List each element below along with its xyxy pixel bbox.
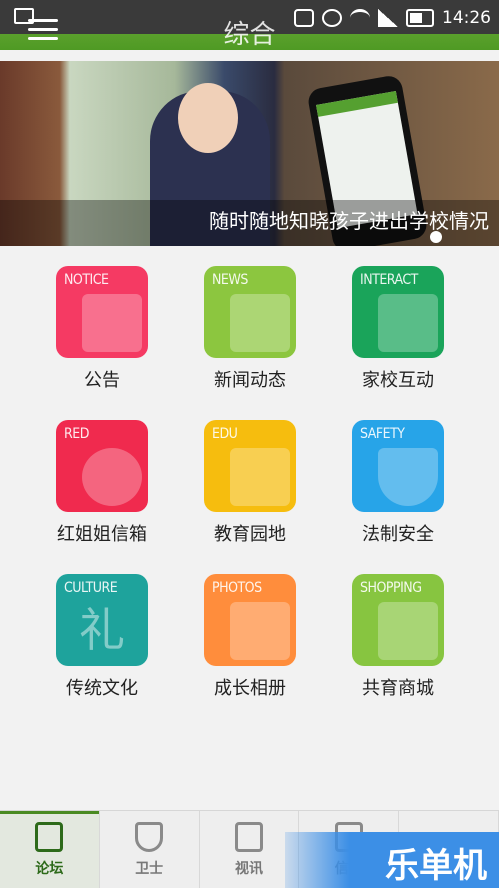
red-mailbox-icon: RED xyxy=(56,420,148,512)
interact-icon: INTERACT xyxy=(352,266,444,358)
news-icon: NEWS xyxy=(204,266,296,358)
page-title: 综合 xyxy=(223,20,276,50)
app-header: 14:26 综合 xyxy=(0,0,499,50)
shield-icon xyxy=(135,821,164,852)
grid-item-culture[interactable]: CULTURE 礼 传统文化 xyxy=(28,574,176,700)
grid-item-education[interactable]: EDU 教育园地 xyxy=(176,420,324,546)
carousel-indicator[interactable] xyxy=(430,231,442,243)
grid-item-notice[interactable]: NOTICE 公告 xyxy=(28,266,176,392)
grid-item-photos[interactable]: PHOTOS 成长相册 xyxy=(176,574,324,700)
culture-icon: CULTURE 礼 xyxy=(56,574,148,666)
grid-item-interact[interactable]: INTERACT 家校互动 xyxy=(324,266,472,392)
book-icon: EDU xyxy=(204,420,296,512)
grid-item-shopping[interactable]: SHOPPING 共育商城 xyxy=(324,574,472,700)
grid-item-label: 传统文化 xyxy=(66,678,138,699)
watermark-logo: 乐单机 xyxy=(285,832,499,888)
grid-item-safety[interactable]: SAFETY 法制安全 xyxy=(324,420,472,546)
photo-icon: PHOTOS xyxy=(204,574,296,666)
grid-item-label: 公告 xyxy=(84,370,120,391)
bottom-navigation: 论坛 卫士 视讯 信箱 乐单机 xyxy=(0,810,499,888)
banner-caption: 随时随地知晓孩子进出学校情况 xyxy=(209,209,489,233)
nav-forum[interactable]: 论坛 xyxy=(0,811,100,888)
notice-icon: NOTICE xyxy=(56,266,148,358)
grid-item-label: 成长相册 xyxy=(214,678,286,699)
banner-carousel[interactable]: 随时随地知晓孩子进出学校情况 xyxy=(0,61,499,246)
shield-icon: SAFETY xyxy=(352,420,444,512)
feature-grid: NOTICE 公告 NEWS 新闻动态 INTERACT 家校互动 RED 红姐… xyxy=(28,266,472,700)
grid-item-news[interactable]: NEWS 新闻动态 xyxy=(176,266,324,392)
grid-item-label: 红姐姐信箱 xyxy=(57,524,147,545)
grid-item-label: 共育商城 xyxy=(362,678,434,699)
grid-item-red-mailbox[interactable]: RED 红姐姐信箱 xyxy=(28,420,176,546)
cart-icon: SHOPPING xyxy=(352,574,444,666)
document-icon xyxy=(35,821,64,852)
grid-item-label: 新闻动态 xyxy=(214,370,286,391)
nav-guard[interactable]: 卫士 xyxy=(100,811,200,888)
grid-item-label: 家校互动 xyxy=(362,370,434,391)
video-icon xyxy=(234,821,263,852)
grid-item-label: 教育园地 xyxy=(214,524,286,545)
grid-item-label: 法制安全 xyxy=(362,524,434,545)
